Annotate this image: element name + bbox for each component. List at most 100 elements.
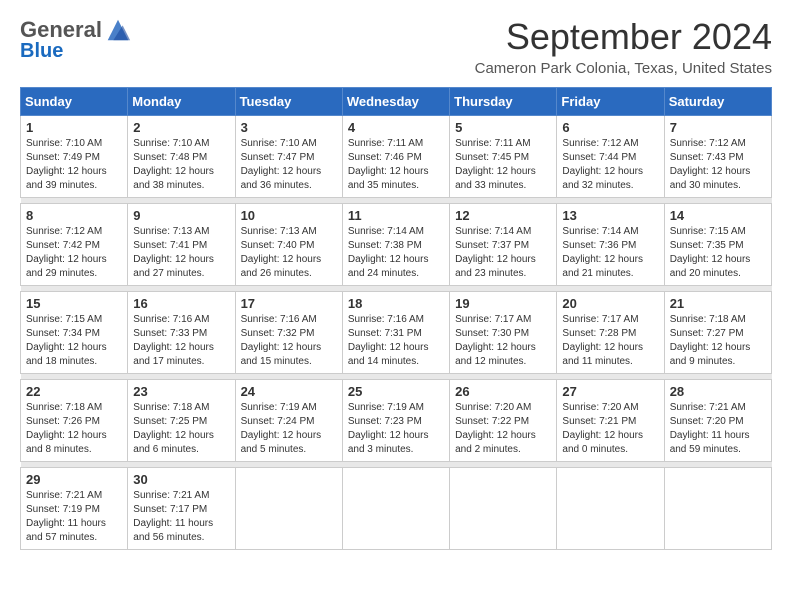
calendar-day-cell: 2 Sunrise: 7:10 AMSunset: 7:48 PMDayligh…	[128, 116, 235, 198]
calendar-day-cell: 15 Sunrise: 7:15 AMSunset: 7:34 PMDaylig…	[21, 292, 128, 374]
day-info: Sunrise: 7:14 AMSunset: 7:38 PMDaylight:…	[348, 225, 444, 281]
calendar-day-cell: 23 Sunrise: 7:18 AMSunset: 7:25 PMDaylig…	[128, 380, 235, 462]
calendar-day-cell	[557, 468, 664, 550]
calendar-body: 1 Sunrise: 7:10 AMSunset: 7:49 PMDayligh…	[21, 116, 772, 550]
calendar-day-cell: 30 Sunrise: 7:21 AMSunset: 7:17 PMDaylig…	[128, 468, 235, 550]
day-info: Sunrise: 7:20 AMSunset: 7:22 PMDaylight:…	[455, 401, 551, 457]
day-number: 23	[133, 384, 229, 399]
day-info: Sunrise: 7:19 AMSunset: 7:23 PMDaylight:…	[348, 401, 444, 457]
day-number: 11	[348, 208, 444, 223]
day-info: Sunrise: 7:17 AMSunset: 7:28 PMDaylight:…	[562, 313, 658, 369]
calendar-day-cell: 24 Sunrise: 7:19 AMSunset: 7:24 PMDaylig…	[235, 380, 342, 462]
calendar-day-cell: 22 Sunrise: 7:18 AMSunset: 7:26 PMDaylig…	[21, 380, 128, 462]
day-info: Sunrise: 7:14 AMSunset: 7:36 PMDaylight:…	[562, 225, 658, 281]
day-number: 3	[241, 120, 337, 135]
calendar-day-cell	[342, 468, 449, 550]
calendar-week-row: 1 Sunrise: 7:10 AMSunset: 7:49 PMDayligh…	[21, 116, 772, 198]
calendar-day-header: Wednesday	[342, 88, 449, 116]
calendar-table: SundayMondayTuesdayWednesdayThursdayFrid…	[20, 87, 772, 550]
day-number: 30	[133, 472, 229, 487]
day-info: Sunrise: 7:21 AMSunset: 7:17 PMDaylight:…	[133, 489, 229, 545]
day-number: 9	[133, 208, 229, 223]
calendar-day-header: Thursday	[450, 88, 557, 116]
calendar-day-cell: 1 Sunrise: 7:10 AMSunset: 7:49 PMDayligh…	[21, 116, 128, 198]
day-number: 10	[241, 208, 337, 223]
calendar-header-row: SundayMondayTuesdayWednesdayThursdayFrid…	[21, 88, 772, 116]
day-info: Sunrise: 7:12 AMSunset: 7:43 PMDaylight:…	[670, 137, 766, 193]
day-info: Sunrise: 7:17 AMSunset: 7:30 PMDaylight:…	[455, 313, 551, 369]
calendar-day-cell: 20 Sunrise: 7:17 AMSunset: 7:28 PMDaylig…	[557, 292, 664, 374]
day-info: Sunrise: 7:10 AMSunset: 7:47 PMDaylight:…	[241, 137, 337, 193]
day-info: Sunrise: 7:10 AMSunset: 7:48 PMDaylight:…	[133, 137, 229, 193]
logo-blue-text: Blue	[20, 40, 63, 63]
day-number: 14	[670, 208, 766, 223]
day-info: Sunrise: 7:10 AMSunset: 7:49 PMDaylight:…	[26, 137, 122, 193]
calendar-day-cell: 6 Sunrise: 7:12 AMSunset: 7:44 PMDayligh…	[557, 116, 664, 198]
day-number: 19	[455, 296, 551, 311]
title-block: September 2024 Cameron Park Colonia, Tex…	[475, 16, 772, 77]
calendar-day-cell: 21 Sunrise: 7:18 AMSunset: 7:27 PMDaylig…	[664, 292, 771, 374]
month-title: September 2024	[475, 16, 772, 58]
day-info: Sunrise: 7:12 AMSunset: 7:42 PMDaylight:…	[26, 225, 122, 281]
day-number: 24	[241, 384, 337, 399]
day-number: 2	[133, 120, 229, 135]
logo: General Blue	[20, 16, 132, 63]
calendar-week-row: 15 Sunrise: 7:15 AMSunset: 7:34 PMDaylig…	[21, 292, 772, 374]
day-info: Sunrise: 7:11 AMSunset: 7:46 PMDaylight:…	[348, 137, 444, 193]
day-number: 13	[562, 208, 658, 223]
day-number: 29	[26, 472, 122, 487]
calendar-week-row: 8 Sunrise: 7:12 AMSunset: 7:42 PMDayligh…	[21, 204, 772, 286]
day-info: Sunrise: 7:16 AMSunset: 7:31 PMDaylight:…	[348, 313, 444, 369]
calendar-day-cell: 11 Sunrise: 7:14 AMSunset: 7:38 PMDaylig…	[342, 204, 449, 286]
day-number: 4	[348, 120, 444, 135]
calendar-day-header: Friday	[557, 88, 664, 116]
day-number: 20	[562, 296, 658, 311]
calendar-day-cell: 4 Sunrise: 7:11 AMSunset: 7:46 PMDayligh…	[342, 116, 449, 198]
calendar-day-cell: 17 Sunrise: 7:16 AMSunset: 7:32 PMDaylig…	[235, 292, 342, 374]
calendar-day-header: Monday	[128, 88, 235, 116]
day-info: Sunrise: 7:18 AMSunset: 7:25 PMDaylight:…	[133, 401, 229, 457]
day-info: Sunrise: 7:15 AMSunset: 7:35 PMDaylight:…	[670, 225, 766, 281]
calendar-day-cell: 19 Sunrise: 7:17 AMSunset: 7:30 PMDaylig…	[450, 292, 557, 374]
day-info: Sunrise: 7:16 AMSunset: 7:33 PMDaylight:…	[133, 313, 229, 369]
day-number: 7	[670, 120, 766, 135]
calendar-day-cell: 18 Sunrise: 7:16 AMSunset: 7:31 PMDaylig…	[342, 292, 449, 374]
calendar-day-header: Tuesday	[235, 88, 342, 116]
day-number: 21	[670, 296, 766, 311]
logo-icon	[104, 16, 132, 44]
day-info: Sunrise: 7:11 AMSunset: 7:45 PMDaylight:…	[455, 137, 551, 193]
calendar-day-cell: 25 Sunrise: 7:19 AMSunset: 7:23 PMDaylig…	[342, 380, 449, 462]
day-number: 12	[455, 208, 551, 223]
calendar-week-row: 29 Sunrise: 7:21 AMSunset: 7:19 PMDaylig…	[21, 468, 772, 550]
calendar-day-cell	[664, 468, 771, 550]
day-number: 28	[670, 384, 766, 399]
day-number: 5	[455, 120, 551, 135]
day-info: Sunrise: 7:21 AMSunset: 7:20 PMDaylight:…	[670, 401, 766, 457]
day-number: 27	[562, 384, 658, 399]
calendar-day-cell	[450, 468, 557, 550]
calendar-day-cell: 13 Sunrise: 7:14 AMSunset: 7:36 PMDaylig…	[557, 204, 664, 286]
day-info: Sunrise: 7:14 AMSunset: 7:37 PMDaylight:…	[455, 225, 551, 281]
calendar-day-cell: 16 Sunrise: 7:16 AMSunset: 7:33 PMDaylig…	[128, 292, 235, 374]
day-info: Sunrise: 7:19 AMSunset: 7:24 PMDaylight:…	[241, 401, 337, 457]
day-number: 18	[348, 296, 444, 311]
day-info: Sunrise: 7:20 AMSunset: 7:21 PMDaylight:…	[562, 401, 658, 457]
calendar-day-cell: 28 Sunrise: 7:21 AMSunset: 7:20 PMDaylig…	[664, 380, 771, 462]
calendar-day-cell: 9 Sunrise: 7:13 AMSunset: 7:41 PMDayligh…	[128, 204, 235, 286]
calendar-day-cell: 5 Sunrise: 7:11 AMSunset: 7:45 PMDayligh…	[450, 116, 557, 198]
day-number: 8	[26, 208, 122, 223]
day-number: 15	[26, 296, 122, 311]
day-number: 1	[26, 120, 122, 135]
day-number: 6	[562, 120, 658, 135]
calendar-day-cell	[235, 468, 342, 550]
day-info: Sunrise: 7:13 AMSunset: 7:40 PMDaylight:…	[241, 225, 337, 281]
calendar-day-cell: 10 Sunrise: 7:13 AMSunset: 7:40 PMDaylig…	[235, 204, 342, 286]
day-number: 25	[348, 384, 444, 399]
day-info: Sunrise: 7:16 AMSunset: 7:32 PMDaylight:…	[241, 313, 337, 369]
calendar-day-header: Saturday	[664, 88, 771, 116]
calendar-day-header: Sunday	[21, 88, 128, 116]
calendar-day-cell: 7 Sunrise: 7:12 AMSunset: 7:43 PMDayligh…	[664, 116, 771, 198]
day-info: Sunrise: 7:18 AMSunset: 7:26 PMDaylight:…	[26, 401, 122, 457]
calendar-day-cell: 3 Sunrise: 7:10 AMSunset: 7:47 PMDayligh…	[235, 116, 342, 198]
day-info: Sunrise: 7:13 AMSunset: 7:41 PMDaylight:…	[133, 225, 229, 281]
